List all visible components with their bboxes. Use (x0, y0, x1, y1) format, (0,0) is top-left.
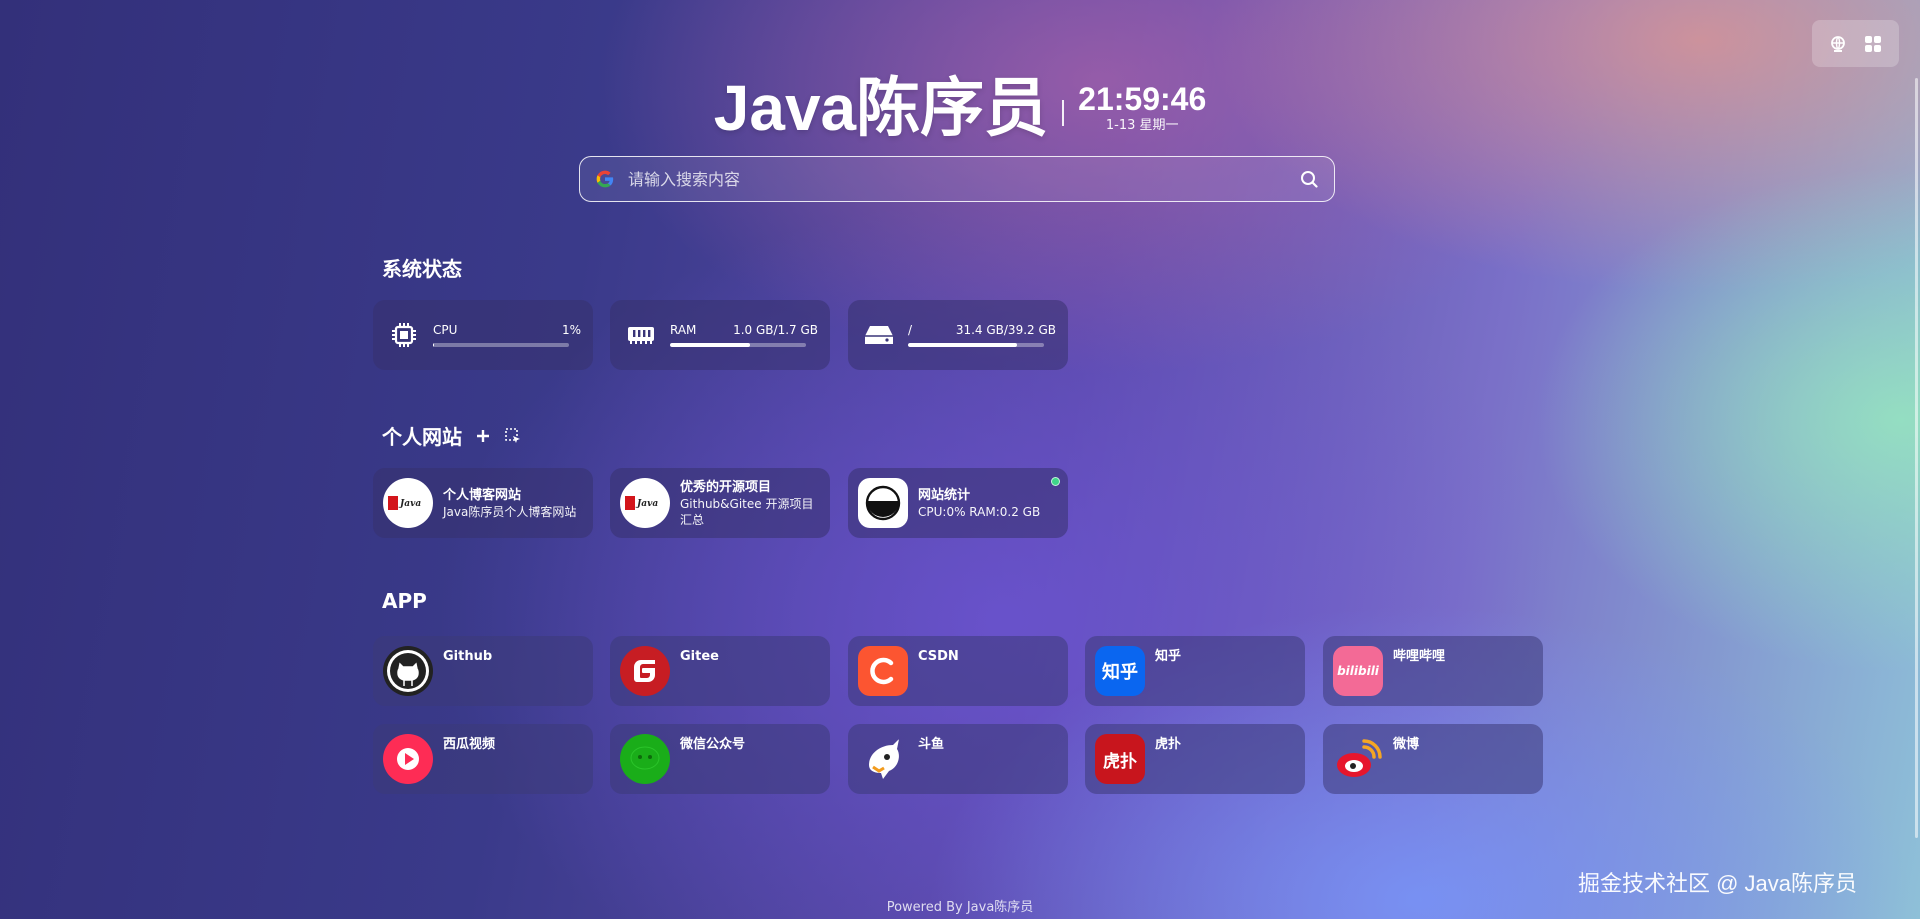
status-title-label: 系统状态 (382, 257, 462, 281)
app-card-zhihu[interactable]: 知乎 知乎 (1085, 636, 1305, 706)
cpu-icon (387, 318, 421, 352)
scrollbar[interactable] (1915, 78, 1918, 838)
status-value: 1% (561, 323, 581, 337)
app-card-douyu[interactable]: 斗鱼 (848, 724, 1068, 794)
app-name: 西瓜视频 (443, 737, 496, 752)
site-desc: Java陈序员个人博客网站 (443, 504, 577, 519)
status-label: CPU (433, 323, 458, 337)
clock-time: 21:59:46 (1078, 81, 1207, 117)
stats-icon (858, 478, 908, 528)
online-status-indicator (1051, 477, 1060, 486)
page-header: Java陈序员 21:59:46 1-13 星期一 (0, 72, 1920, 144)
app-name: Github (443, 649, 493, 664)
watermark: 掘金技术社区 @ Java陈序员 (1578, 871, 1858, 896)
app-name: 微博 (1393, 737, 1420, 752)
add-icon[interactable] (476, 429, 490, 443)
status-value: 31.4 GB/39.2 GB (955, 323, 1056, 337)
status-card-disk: / 31.4 GB/39.2 GB (848, 300, 1068, 370)
clock-date: 1-13 星期一 (1105, 118, 1179, 133)
site-name: 优秀的开源项目 (680, 479, 772, 495)
status-progress-bar (670, 343, 806, 347)
top-toolbar (1812, 20, 1899, 67)
select-edit-icon[interactable] (504, 427, 522, 445)
bilibili-icon: bilibili (1333, 646, 1383, 696)
status-progress-bar (433, 343, 569, 347)
disk-icon (862, 318, 896, 352)
weibo-icon (1333, 734, 1383, 784)
svg-text:Java: Java (635, 499, 658, 509)
status-label: RAM (670, 323, 697, 337)
app-name: 斗鱼 (918, 737, 945, 752)
app-card-xigua[interactable]: 西瓜视频 (373, 724, 593, 794)
app-card-weibo[interactable]: 微博 (1323, 724, 1543, 794)
site-card[interactable]: 网站统计 CPU:0% RAM:0.2 GB (848, 468, 1068, 538)
status-progress-bar (908, 343, 1044, 347)
section-title-sites: 个人网站 (382, 421, 522, 450)
zhihu-icon: 知乎 (1095, 646, 1145, 696)
search-bar (579, 156, 1335, 202)
apps-title-label: APP (382, 589, 427, 613)
site-desc: CPU:0% RAM:0.2 GB (918, 504, 1041, 519)
app-name: 虎扑 (1155, 737, 1182, 752)
site-name: 个人博客网站 (443, 487, 522, 503)
site-card[interactable]: Java 个人博客网站 Java陈序员个人博客网站 (373, 468, 593, 538)
google-icon[interactable] (594, 168, 616, 190)
site-card[interactable]: Java 优秀的开源项目 Github&Gitee 开源项目汇总 (610, 468, 830, 538)
section-title-apps: APP (382, 589, 427, 613)
gitee-icon (620, 646, 670, 696)
ram-icon (624, 318, 658, 352)
footer: Powered By Java陈序员 (886, 900, 1034, 915)
csdn-icon (858, 646, 908, 696)
site-name: 网站统计 (918, 487, 971, 503)
sites-title-label: 个人网站 (382, 425, 462, 449)
github-icon (383, 646, 433, 696)
site-desc: Github&Gitee 开源项目汇总 (680, 496, 814, 527)
header-separator (1062, 100, 1065, 126)
java-logo-icon: Java (383, 478, 433, 528)
xigua-icon (383, 734, 433, 784)
app-card-gitee[interactable]: Gitee (610, 636, 830, 706)
app-name: 微信公众号 (680, 737, 746, 752)
search-icon[interactable] (1298, 168, 1320, 190)
app-card-hupu[interactable]: 虎扑 虎扑 (1085, 724, 1305, 794)
app-card-csdn[interactable]: CSDN (848, 636, 1068, 706)
status-value: 1.0 GB/1.7 GB (733, 323, 818, 337)
hupu-icon: 虎扑 (1095, 734, 1145, 784)
app-card-github[interactable]: Github (373, 636, 593, 706)
java-logo-icon: Java (620, 478, 670, 528)
site-title: Java陈序员 (713, 72, 1049, 144)
status-card-cpu: CPU 1% (373, 300, 593, 370)
status-label: / (908, 323, 913, 337)
clock: 21:59:46 1-13 星期一 (1078, 82, 1206, 134)
app-card-wechat[interactable]: 微信公众号 (610, 724, 830, 794)
apps-grid-icon[interactable] (1861, 32, 1885, 56)
search-input[interactable] (628, 169, 1298, 189)
app-card-bilibili[interactable]: bilibili 哔哩哔哩 (1323, 636, 1543, 706)
status-card-ram: RAM 1.0 GB/1.7 GB (610, 300, 830, 370)
app-name: Gitee (680, 649, 719, 664)
section-title-status: 系统状态 (382, 253, 462, 282)
globe-icon[interactable] (1826, 32, 1850, 56)
app-name: 知乎 (1155, 649, 1182, 664)
wechat-icon (620, 734, 670, 784)
app-name: 哔哩哔哩 (1393, 649, 1446, 664)
svg-text:Java: Java (398, 499, 421, 509)
app-name: CSDN (918, 649, 959, 664)
douyu-icon (858, 734, 908, 784)
